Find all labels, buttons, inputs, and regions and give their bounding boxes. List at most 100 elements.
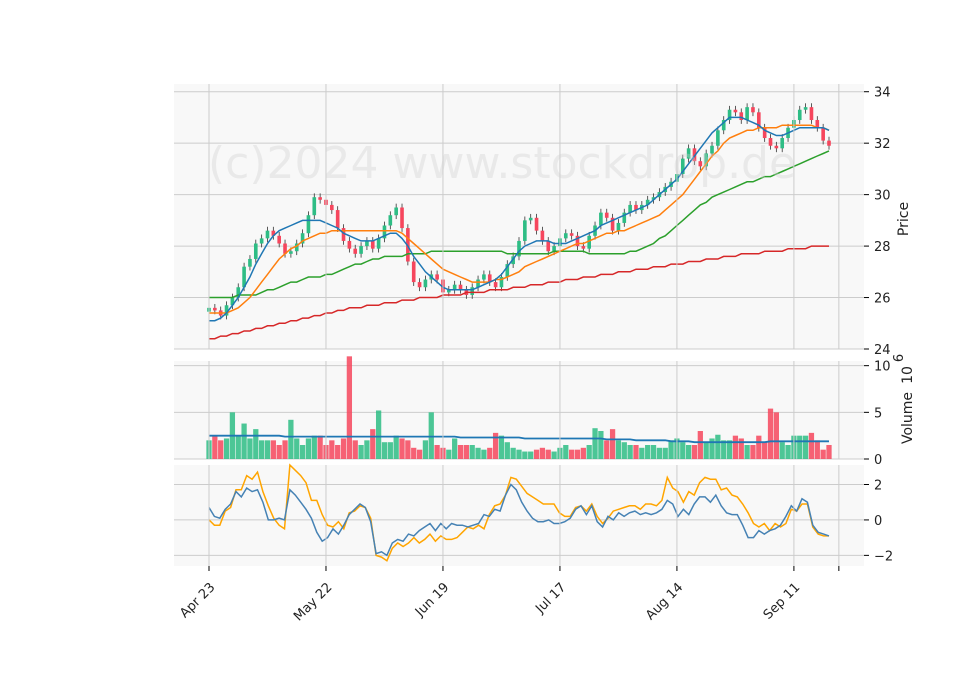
volume-bar <box>270 440 276 459</box>
volume-bar <box>586 445 592 459</box>
y-tick-label: 0 <box>874 453 882 468</box>
x-tick-label: Aug 14 <box>643 580 686 623</box>
volume-bar <box>288 419 294 459</box>
candle-body <box>330 204 334 211</box>
x-tick-label: Jul 17 <box>532 580 569 617</box>
x-tick-label: May 22 <box>291 580 335 624</box>
volume-bar <box>814 440 820 459</box>
volume-bar <box>481 449 487 459</box>
volume-bar <box>311 435 317 459</box>
x-tick-label: Jun 19 <box>412 580 452 620</box>
candle-body <box>563 233 568 239</box>
candle-body <box>400 207 404 229</box>
volume-bar <box>457 445 464 459</box>
volume-bar <box>335 445 341 459</box>
volume-bar <box>375 410 382 459</box>
volume-multiplier: 10 <box>900 366 916 384</box>
volume-bar <box>218 440 224 459</box>
candle-body <box>745 107 749 121</box>
y-tick-label: 0 <box>874 514 882 529</box>
volume-bar <box>522 451 528 459</box>
volume-bar <box>528 451 534 459</box>
volume-multiplier-exponent: 6 <box>892 354 907 362</box>
volume-bar <box>569 449 575 459</box>
volume-panel: 0510Volume106 <box>174 354 916 468</box>
volume-bar <box>370 429 376 459</box>
candle-body <box>821 127 825 141</box>
volume-bar <box>399 438 405 459</box>
volume-bar <box>305 438 312 459</box>
candle-body <box>394 207 398 216</box>
y-tick-label: 5 <box>874 406 882 421</box>
volume-bar <box>463 445 469 459</box>
volume-bar <box>668 440 674 459</box>
y-tick-label: 34 <box>874 86 891 101</box>
candle-body <box>604 212 609 218</box>
candle-body <box>312 197 317 216</box>
volume-bar <box>212 435 218 459</box>
volume-bar <box>598 431 604 459</box>
volume-bar <box>364 440 370 459</box>
volume-bar <box>411 447 417 459</box>
candle-body <box>376 238 381 249</box>
volume-bar <box>352 440 358 459</box>
candle-body <box>417 282 422 288</box>
volume-bar <box>685 445 692 459</box>
volume-bar <box>276 445 282 459</box>
price-panel: 24 26 28 30 32 34 Price <box>174 84 912 358</box>
candle-body <box>809 107 814 121</box>
candle-body <box>546 240 551 252</box>
candle-body <box>540 230 545 241</box>
candle-body <box>733 109 738 113</box>
volume-bar <box>802 435 809 459</box>
candle-body <box>435 274 439 280</box>
volume-bar <box>434 445 440 459</box>
volume-bar <box>615 440 622 459</box>
candle-body <box>423 279 428 288</box>
volume-bar <box>469 445 475 459</box>
volume-bar <box>498 435 505 459</box>
volume-bar <box>609 429 616 459</box>
volume-bar <box>656 447 663 459</box>
candle-body <box>253 243 258 259</box>
volume-bar <box>416 449 423 459</box>
price-axis-title: Price <box>896 202 912 236</box>
watermark: (c)2024 www.stockdrop.de <box>208 138 796 189</box>
volume-bar <box>264 440 271 459</box>
volume-bar <box>680 442 686 459</box>
candle-body <box>581 246 586 249</box>
y-tick-label: 10 <box>874 360 891 375</box>
volume-bar <box>662 447 668 459</box>
candle-body <box>259 238 264 244</box>
candle-body <box>493 282 498 288</box>
volume-bar <box>767 408 774 459</box>
volume-bar <box>510 447 516 459</box>
candle-body <box>388 215 393 226</box>
candle-body <box>365 240 369 247</box>
volume-bar <box>633 445 639 459</box>
candle-body <box>359 246 363 254</box>
candle-body <box>751 107 755 113</box>
candle-body <box>616 222 621 231</box>
volume-bar <box>235 435 241 459</box>
candle-body <box>534 217 539 231</box>
candle-body <box>318 197 322 200</box>
volume-bar <box>744 445 750 459</box>
volume-bar <box>691 445 698 459</box>
candle-body <box>265 230 270 239</box>
candle-body <box>528 217 533 221</box>
volume-bar <box>387 442 393 459</box>
volume-bar <box>539 447 546 459</box>
volume-bar <box>779 442 785 459</box>
candle-body <box>482 274 486 280</box>
volume-bar <box>247 438 253 459</box>
volume-bar <box>422 440 429 459</box>
y-tick-label: 2 <box>874 478 882 493</box>
volume-bar <box>475 447 481 459</box>
volume-bar <box>750 445 756 459</box>
volume-bar <box>715 434 721 459</box>
volume-bar <box>393 435 399 459</box>
volume-bar <box>820 449 826 459</box>
x-tick-label: Apr 23 <box>177 580 218 621</box>
candle-body <box>599 212 603 226</box>
